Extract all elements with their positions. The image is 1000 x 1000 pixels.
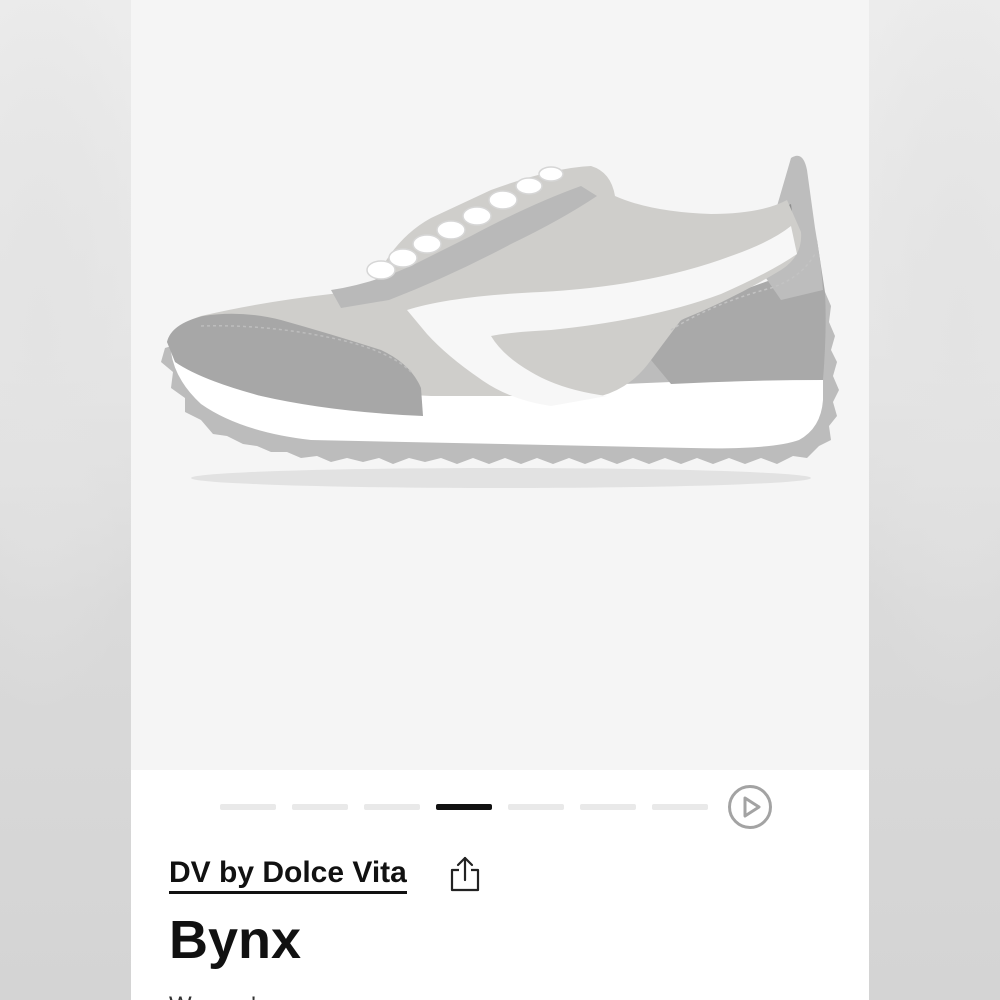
- carousel-dot-2[interactable]: [292, 804, 348, 810]
- share-icon: [450, 856, 480, 892]
- image-carousel-indicators: [131, 778, 869, 838]
- carousel-dot-4-active[interactable]: [436, 804, 492, 810]
- product-screen: DV by Dolce Vita Bynx Women's: [131, 0, 869, 1000]
- sneaker-image: [161, 155, 839, 488]
- play-icon: [743, 796, 761, 818]
- play-video-button[interactable]: [728, 785, 772, 829]
- carousel-dot-3[interactable]: [364, 804, 420, 810]
- product-title: Bynx: [169, 910, 302, 970]
- carousel-dot-1[interactable]: [220, 804, 276, 810]
- product-image[interactable]: [131, 0, 869, 770]
- brand-link[interactable]: DV by Dolce Vita: [169, 856, 407, 894]
- carousel-dot-7[interactable]: [652, 804, 708, 810]
- carousel-dot-5[interactable]: [508, 804, 564, 810]
- share-button[interactable]: [448, 854, 482, 894]
- product-category: Women's: [169, 992, 268, 1000]
- carousel-dot-6[interactable]: [580, 804, 636, 810]
